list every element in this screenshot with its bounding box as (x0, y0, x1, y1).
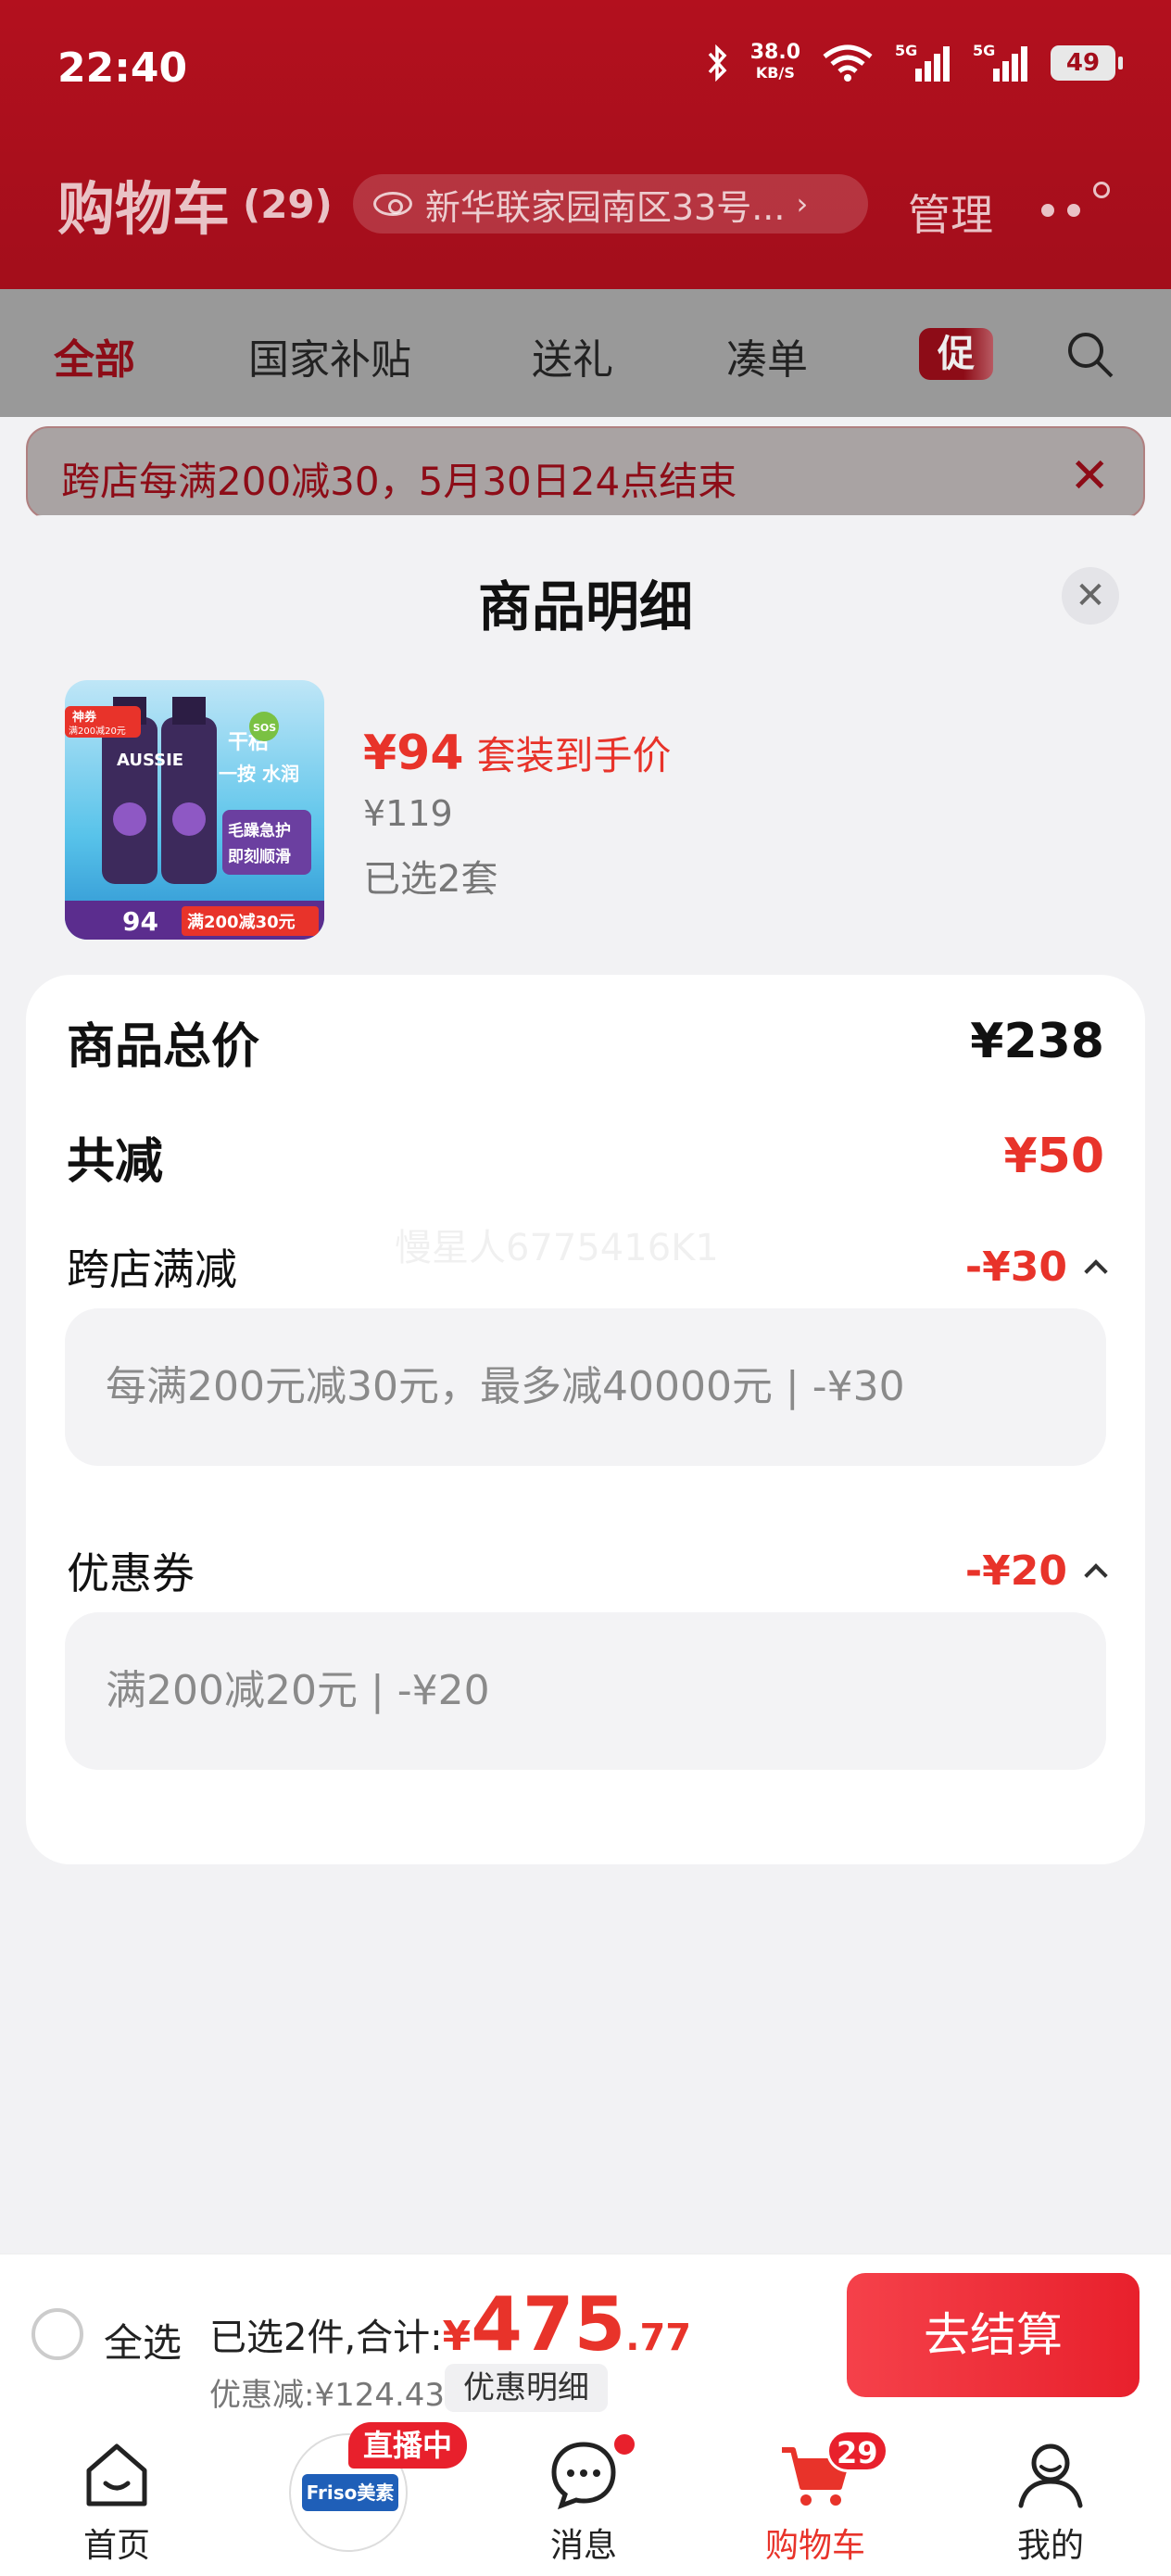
user-icon (1018, 2443, 1083, 2508)
svg-text:5G: 5G (973, 43, 995, 59)
total-reduction-value: ¥50 (1003, 1129, 1104, 1184)
manage-button[interactable]: 管理 (908, 182, 993, 243)
product-price: ¥94 套装到手价 (363, 725, 672, 781)
tabbar-label-cart: 购物车 (764, 2527, 865, 2565)
cart-header: 购物车 (29) 新华联家园南区33号... › (57, 167, 868, 243)
coupon-value-wrap: -¥20 (964, 1547, 1108, 1595)
coupon-label: 优惠券 (67, 1548, 195, 1598)
promo-notice-banner: 跨店每满200减30，5月30日24点结束 ✕ (26, 426, 1145, 519)
cross-store-row[interactable]: 跨店满减 -¥30 (67, 1236, 1108, 1297)
image-tag-text: 神券 (72, 710, 97, 725)
friso-logo: Friso美素佳儿 (302, 2474, 398, 2541)
total-line: 已选2件,合计: ¥ 475 .77 (209, 2288, 691, 2362)
tabbar-item-cart[interactable]: 29 购物车 (741, 2418, 889, 2576)
price-summary-card: 慢星人6775416K1 商品总价 ¥238 共减 ¥50 跨店满减 -¥30 … (26, 975, 1145, 1864)
tabbar-label-home: 首页 (82, 2527, 150, 2565)
selected-quantity: 已选2套 (363, 858, 498, 901)
wifi-icon (823, 44, 873, 82)
discount-text: 优惠减:¥124.43 (209, 2377, 446, 2414)
bluetooth-icon (708, 44, 727, 82)
network-speed: 38.0 KB/S (749, 41, 800, 82)
status-bar: 22:40 38.0 KB/S 5G 5G 49 (0, 37, 1171, 102)
chevron-up-icon[interactable] (1084, 1259, 1108, 1283)
checkout-bar: 全选 已选2件,合计: ¥ 475 .77 优惠减:¥124.43 优惠明细 去… (0, 2254, 1171, 2418)
search-icon[interactable] (1065, 330, 1115, 380)
image-tag-text-2: 满200减20元 (69, 726, 126, 737)
home-icon (86, 2443, 147, 2507)
header-background: 22:40 38.0 KB/S 5G 5G 49 购物车 (29) 新华联家园南… (0, 0, 1171, 289)
live-tag[interactable]: 直播中 (348, 2422, 468, 2469)
image-promo: 满200减30元 (187, 912, 296, 932)
tabbar-item-me[interactable]: 我的 (976, 2418, 1125, 2576)
promo-filter-tag[interactable]: 促 (919, 328, 993, 380)
battery-indicator: 49 (1051, 45, 1123, 81)
signal-5g-icon: 5G (895, 43, 950, 82)
category-tabs: 全部 国家补贴 送礼 凑单 (0, 289, 1171, 417)
product-image[interactable]: 神券 满200减20元 AUSSIE 干枯 SOS 一按 水润 毛躁急护 即刻顺… (65, 680, 324, 940)
cart-count: (29) (243, 181, 333, 227)
message-icon (551, 2442, 616, 2510)
price-original: ¥119 (363, 793, 453, 834)
price-now: ¥94 (363, 726, 464, 781)
tabbar-label-me: 我的 (1016, 2527, 1084, 2565)
tab-gift[interactable]: 送礼 (532, 326, 613, 385)
address-selector[interactable]: 新华联家园南区33号... › (352, 174, 868, 234)
selected-total-label: 已选2件,合计: (209, 2317, 443, 2359)
total-reduction-row: 共减 ¥50 (67, 1118, 1104, 1195)
tab-national-subsidy[interactable]: 国家补贴 (248, 326, 411, 385)
more-menu-icon[interactable] (1041, 182, 1115, 228)
tabbar-label-messages: 消息 (549, 2527, 617, 2565)
cart-badge: 29 (826, 2430, 888, 2472)
close-icon[interactable]: ✕ (1069, 448, 1110, 504)
total-price-value: ¥238 (970, 1014, 1104, 1069)
notice-text: 跨店每满200减30，5月30日24点结束 (61, 459, 737, 504)
image-brand-text: AUSSIE (117, 751, 183, 770)
currency-symbol: ¥ (442, 2313, 472, 2360)
total-price-row: 商品总价 ¥238 (67, 1003, 1104, 1080)
total-reduction-label: 共减 (67, 1133, 164, 1190)
tab-bundle[interactable]: 凑单 (726, 326, 808, 385)
chevron-right-icon: › (796, 186, 809, 221)
cross-store-value-wrap: -¥30 (964, 1243, 1108, 1291)
image-price: 94 (122, 906, 158, 937)
status-icons: 38.0 KB/S 5G 5G 49 (706, 41, 1123, 83)
page-title: 购物车 (57, 175, 231, 243)
svg-text:5G: 5G (895, 43, 917, 59)
product-detail-sheet: 商品明细 ✕ 神券 满200减20元 AUSSIE 干枯 SOS 一按 水润 毛… (0, 515, 1171, 2257)
coupon-detail: 满200减20元 | -¥20 (65, 1612, 1106, 1770)
tab-all[interactable]: 全部 (54, 326, 135, 385)
select-all-radio[interactable] (31, 2308, 83, 2360)
image-feature-1: 毛躁急护 (228, 821, 291, 840)
image-feature-2: 即刻顺滑 (228, 847, 291, 866)
sheet-title: 商品明细 (477, 575, 693, 638)
coupon-value: -¥20 (964, 1547, 1067, 1595)
total-integer: 475 (471, 2281, 626, 2368)
checkout-button[interactable]: 去结算 (847, 2273, 1140, 2397)
close-icon[interactable]: ✕ (1062, 567, 1119, 625)
signal-5g-icon-2: 5G (973, 43, 1027, 82)
total-price-label: 商品总价 (67, 1018, 260, 1075)
cross-store-detail: 每满200元减30元，最多减40000元 | -¥30 (65, 1308, 1106, 1466)
image-slogan-2: 一按 水润 (219, 763, 299, 785)
cross-store-value: -¥30 (964, 1243, 1067, 1291)
bottom-tab-bar: 首页 首页 Friso美素佳儿 直播中 消息 29 购物车 我的 (0, 2418, 1171, 2576)
price-label: 套装到手价 (476, 733, 672, 778)
tabbar-item-home[interactable]: 首页 首页 (43, 2418, 191, 2576)
coupon-row[interactable]: 优惠券 -¥20 (67, 1540, 1108, 1601)
discount-detail-button[interactable]: 优惠明细 (445, 2364, 608, 2412)
eye-icon (372, 192, 412, 216)
total-decimal: .77 (625, 2317, 692, 2359)
product-image-graphic: 神券 满200减20元 AUSSIE 干枯 SOS 一按 水润 毛躁急护 即刻顺… (65, 680, 324, 940)
chevron-up-icon[interactable] (1084, 1563, 1108, 1587)
address-text: 新华联家园南区33号... (424, 186, 786, 228)
image-sos-text: SOS (253, 722, 276, 734)
select-all-label[interactable]: 全选 (104, 2312, 182, 2368)
tabbar-item-messages[interactable]: 消息 (510, 2418, 658, 2576)
cross-store-label: 跨店满减 (67, 1244, 237, 1294)
status-time: 22:40 (57, 44, 188, 92)
unread-dot (611, 2431, 637, 2457)
